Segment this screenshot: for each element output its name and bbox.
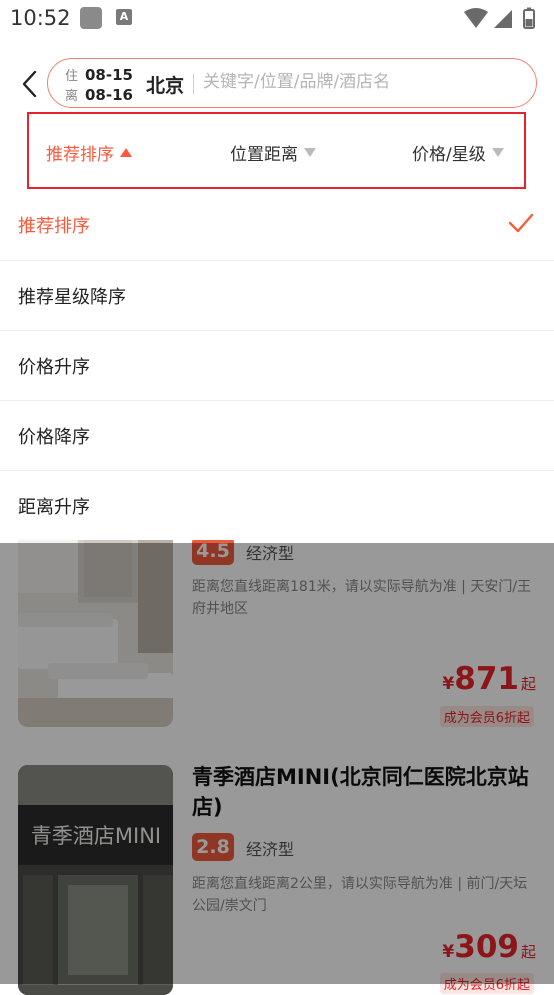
- divider: [193, 74, 194, 94]
- text-notification-icon: A: [116, 9, 132, 25]
- tab-label: 价格/星级: [412, 145, 486, 165]
- sort-option-recommended[interactable]: 推荐排序: [0, 190, 554, 260]
- option-label: 价格降序: [18, 427, 90, 448]
- signal-icon: [494, 10, 512, 28]
- city-selector[interactable]: 北京: [146, 71, 184, 98]
- sort-option-star-desc[interactable]: 推荐星级降序: [0, 260, 554, 330]
- option-label: 价格升序: [18, 357, 90, 378]
- tab-recommended-sort[interactable]: 推荐排序: [46, 140, 132, 165]
- sort-option-price-asc[interactable]: 价格升序: [0, 330, 554, 400]
- date-range[interactable]: 住 08-15 离 08-16: [65, 65, 135, 105]
- sort-option-distance-asc[interactable]: 距离升序: [0, 470, 554, 540]
- battery-icon: [523, 7, 535, 29]
- back-icon[interactable]: [18, 68, 46, 100]
- triangle-down-icon: [304, 148, 316, 157]
- tab-label: 位置距离: [230, 145, 298, 165]
- app-notification-icon: [80, 7, 102, 29]
- search-input[interactable]: [203, 69, 503, 95]
- sort-option-price-desc[interactable]: 价格降序: [0, 400, 554, 470]
- option-label: 推荐排序: [18, 216, 90, 237]
- option-label: 距离升序: [18, 497, 90, 518]
- search-bar[interactable]: 住 08-15 离 08-16 北京: [47, 58, 537, 108]
- checkmark-icon: [508, 213, 534, 233]
- checkin-date: 08-15: [85, 66, 133, 84]
- search-header: 住 08-15 离 08-16 北京: [0, 48, 554, 118]
- status-icons: [462, 6, 546, 30]
- option-label: 推荐星级降序: [18, 287, 126, 308]
- status-bar: 10:52 A: [0, 0, 554, 40]
- checkout-date: 08-16: [85, 86, 133, 104]
- tab-location-distance[interactable]: 位置距离: [230, 140, 316, 165]
- dim-overlay[interactable]: [0, 543, 554, 984]
- checkout-label: 离: [65, 89, 79, 104]
- sort-filter-bar: 推荐排序 位置距离 价格/星级: [27, 112, 526, 189]
- status-time: 10:52: [10, 6, 71, 30]
- triangle-up-icon: [120, 148, 132, 157]
- wifi-icon: [464, 8, 488, 28]
- tab-label: 推荐排序: [46, 145, 114, 165]
- tab-price-star[interactable]: 价格/星级: [412, 140, 504, 165]
- checkin-label: 住: [65, 69, 79, 84]
- triangle-down-icon: [491, 148, 504, 157]
- sort-options-menu: 推荐排序 推荐星级降序 价格升序 价格降序 距离升序: [0, 190, 554, 540]
